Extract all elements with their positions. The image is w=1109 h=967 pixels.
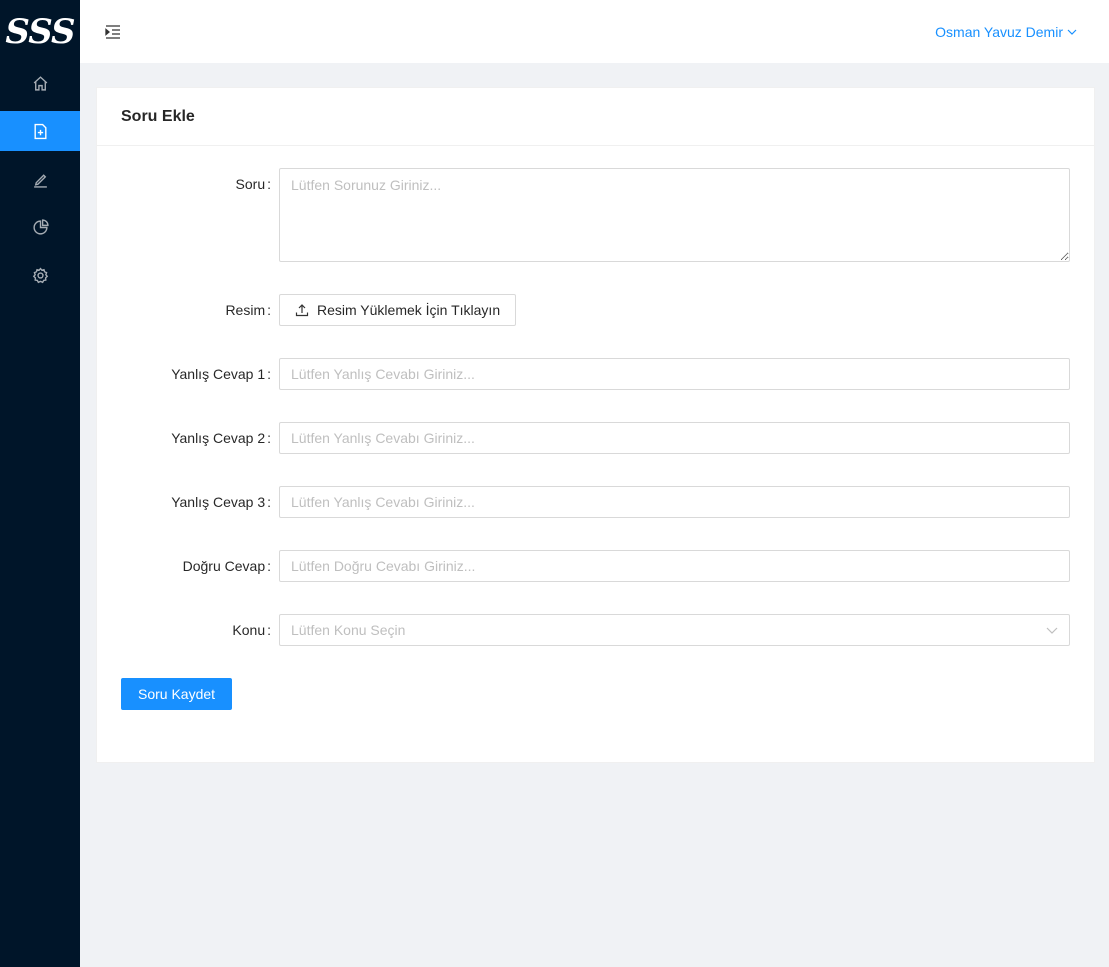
- user-menu[interactable]: Osman Yavuz Demir: [935, 24, 1077, 40]
- card-title: Soru Ekle: [97, 88, 1094, 146]
- wrong-answer-3-label: Yanlış Cevap 3:: [171, 494, 271, 510]
- app-logo[interactable]: SSS: [0, 0, 80, 63]
- topic-select-placeholder: Lütfen Konu Seçin: [291, 622, 406, 638]
- image-label: Resim:: [225, 302, 271, 318]
- chevron-down-icon: [1046, 627, 1058, 634]
- wrong-answer-3-row: Yanlış Cevap 3:: [97, 486, 1094, 518]
- pie-chart-icon: [32, 218, 49, 235]
- sidebar-item-settings[interactable]: [0, 255, 80, 295]
- menu-unfold-icon[interactable]: [104, 23, 122, 41]
- topic-select[interactable]: Lütfen Konu Seçin: [279, 614, 1070, 646]
- save-question-button[interactable]: Soru Kaydet: [121, 678, 233, 710]
- chevron-down-icon: [1067, 29, 1077, 35]
- wrong-answer-2-label: Yanlış Cevap 2:: [171, 430, 271, 446]
- topic-row: Konu: Lütfen Konu Seçin: [97, 614, 1094, 646]
- wrong-answer-1-label: Yanlış Cevap 1:: [171, 366, 271, 382]
- sidebar: SSS: [0, 0, 80, 967]
- correct-answer-input[interactable]: [279, 550, 1070, 582]
- sidebar-item-add-question[interactable]: [0, 111, 80, 151]
- top-header: Osman Yavuz Demir: [80, 0, 1109, 63]
- edit-icon: [33, 173, 47, 188]
- wrong-answer-1-row: Yanlış Cevap 1:: [97, 358, 1094, 390]
- file-add-icon: [33, 123, 47, 139]
- home-icon: [33, 75, 47, 91]
- add-question-card: Soru Ekle Soru: Resim: Resim Yüklemek İç…: [96, 87, 1095, 763]
- question-textarea[interactable]: [279, 168, 1070, 262]
- correct-answer-label: Doğru Cevap:: [182, 558, 271, 574]
- image-row: Resim: Resim Yüklemek İçin Tıklayın: [97, 294, 1094, 326]
- user-name: Osman Yavuz Demir: [935, 23, 1063, 40]
- wrong-answer-2-row: Yanlış Cevap 2:: [97, 422, 1094, 454]
- sidebar-item-edit[interactable]: [0, 159, 80, 199]
- upload-icon: [295, 304, 309, 317]
- question-row: Soru:: [97, 168, 1094, 262]
- wrong-answer-3-input[interactable]: [279, 486, 1070, 518]
- question-label: Soru:: [235, 176, 271, 192]
- wrong-answer-1-input[interactable]: [279, 358, 1070, 390]
- correct-answer-row: Doğru Cevap:: [97, 550, 1094, 582]
- settings-icon: [32, 267, 48, 283]
- wrong-answer-2-input[interactable]: [279, 422, 1070, 454]
- topic-label: Konu:: [232, 622, 271, 638]
- image-upload-button[interactable]: Resim Yüklemek İçin Tıklayın: [279, 294, 517, 326]
- sidebar-item-home[interactable]: [0, 63, 80, 103]
- sidebar-item-statistics[interactable]: [0, 207, 80, 247]
